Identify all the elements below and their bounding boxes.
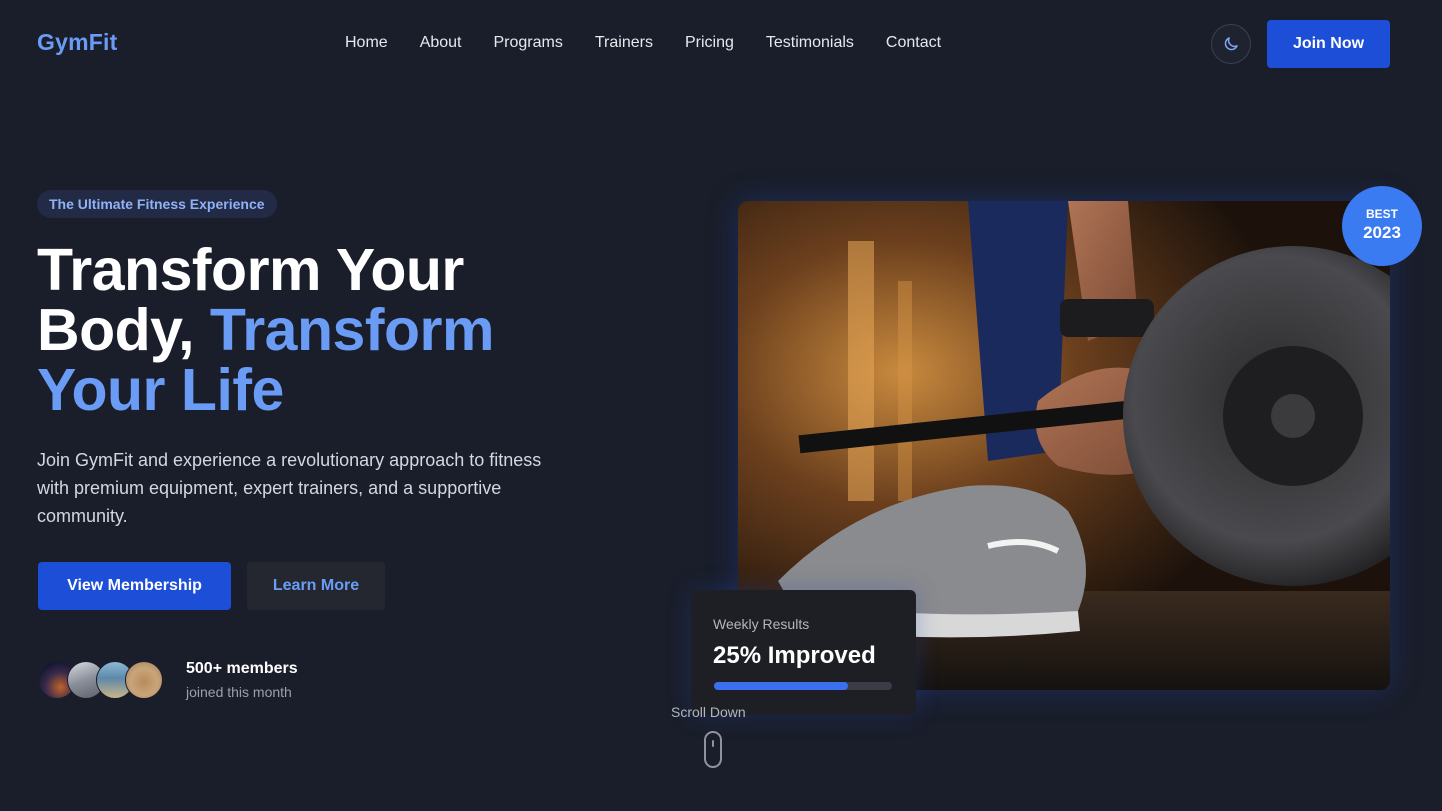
nav-link-contact[interactable]: Contact <box>886 33 941 53</box>
nav-link-pricing[interactable]: Pricing <box>685 33 734 53</box>
hero-headline: Transform Your Body, Transform Your Life <box>37 240 597 420</box>
moon-icon <box>1224 37 1238 51</box>
members-subtext: joined this month <box>186 684 292 700</box>
nav-link-home[interactable]: Home <box>345 33 388 53</box>
nav-link-trainers[interactable]: Trainers <box>595 33 653 53</box>
hero-tagline: The Ultimate Fitness Experience <box>37 190 277 218</box>
results-label: Weekly Results <box>713 616 810 632</box>
nav-link-testimonials[interactable]: Testimonials <box>766 33 854 53</box>
best-award-badge: BEST 2023 <box>1342 186 1422 266</box>
nav-link-programs[interactable]: Programs <box>494 33 563 53</box>
member-avatars <box>38 661 163 699</box>
logo[interactable]: GymFit <box>37 29 117 56</box>
view-membership-button[interactable]: View Membership <box>38 562 231 610</box>
main-nav: Home About Programs Trainers Pricing Tes… <box>345 33 973 53</box>
results-progress-fill <box>714 682 848 690</box>
weekly-results-card: Weekly Results 25% Improved <box>691 590 916 715</box>
hero-description: Join GymFit and experience a revolutiona… <box>37 450 542 526</box>
scroll-down-label[interactable]: Scroll Down <box>671 704 746 720</box>
mouse-scroll-icon[interactable] <box>704 731 722 768</box>
nav-link-about[interactable]: About <box>420 33 462 53</box>
avatar <box>125 661 163 699</box>
join-now-button[interactable]: Join Now <box>1267 20 1390 68</box>
mouse-wheel <box>712 740 714 747</box>
badge-year: 2023 <box>1363 223 1401 242</box>
badge-label: BEST <box>1365 207 1398 221</box>
learn-more-button[interactable]: Learn More <box>247 562 385 610</box>
theme-toggle-button[interactable] <box>1211 24 1251 64</box>
members-count: 500+ members <box>186 660 298 677</box>
results-value: 25% Improved <box>713 642 876 669</box>
results-progress-bar <box>714 682 892 690</box>
